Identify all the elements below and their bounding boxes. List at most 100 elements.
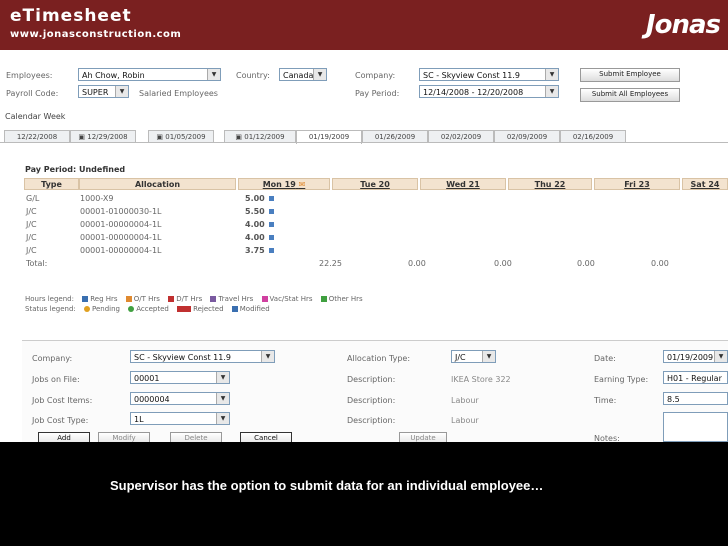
app-title: eTimesheet: [10, 6, 132, 26]
envelope-icon: ✉: [298, 180, 306, 189]
row-allocation: 00001-00000004-1L: [80, 233, 162, 242]
legend-item: Accepted: [136, 305, 169, 313]
pay-period-heading: Pay Period: Undefined: [25, 165, 126, 174]
earning-type-label: Earning Type:: [594, 375, 649, 384]
tab-divider: [0, 142, 728, 143]
description-value: IKEA Store 322: [451, 375, 511, 384]
chevron-down-icon: ▼: [545, 69, 558, 80]
dt-hrs-icon: [168, 296, 175, 302]
row-type: J/C: [26, 220, 37, 229]
company-label: Company:: [355, 71, 396, 80]
legend-item: D/T Hrs: [176, 295, 203, 303]
row-mon-hours[interactable]: 4.00: [245, 219, 274, 230]
table-row[interactable]: J/C 00001-00000004-1L 3.75: [24, 245, 728, 256]
description-value: Labour: [451, 416, 479, 425]
table-row[interactable]: G/L 1000-X9 5.00: [24, 193, 728, 204]
column-header-mon[interactable]: Mon 19 ✉: [238, 178, 330, 190]
jobs-on-file-select[interactable]: 00001 ▼: [130, 371, 230, 384]
pay-period-label: Pay Period:: [355, 89, 400, 98]
table-row[interactable]: J/C 00001-00000004-1L 4.00: [24, 232, 728, 243]
country-select[interactable]: Canada ▼: [279, 68, 327, 81]
notes-textarea[interactable]: [663, 412, 728, 442]
calendar-icon: ▣: [235, 133, 245, 141]
form-company-select[interactable]: SC - Skyview Const 11.9 ▼: [130, 350, 275, 363]
column-header-sat[interactable]: Sat 24: [682, 178, 728, 190]
legend-item: Travel Hrs: [218, 295, 254, 303]
row-mon-hours[interactable]: 4.00: [245, 232, 274, 243]
row-type: J/C: [26, 246, 37, 255]
row-type: J/C: [26, 207, 37, 216]
calendar-week-label: Calendar Week: [5, 112, 66, 121]
pay-period-select[interactable]: 12/14/2008 - 12/20/2008 ▼: [419, 85, 559, 98]
submit-all-employees-button[interactable]: Submit All Employees: [580, 88, 680, 102]
vac-stat-hrs-icon: [261, 296, 268, 302]
reg-hrs-icon: [82, 296, 89, 302]
flag-icon: [268, 196, 274, 201]
payroll-code-select[interactable]: SUPER ▼: [78, 85, 129, 98]
rejected-icon: [177, 306, 192, 312]
payroll-code-description: Salaried Employees: [139, 89, 218, 98]
submit-employee-button[interactable]: Submit Employee: [580, 68, 680, 82]
description-value: Labour: [451, 396, 479, 405]
table-row[interactable]: J/C 00001-01000030-1L 5.50: [24, 206, 728, 217]
job-cost-items-select[interactable]: 0000004 ▼: [130, 392, 230, 405]
row-type: J/C: [26, 233, 37, 242]
chevron-down-icon: ▼: [261, 351, 274, 362]
form-company-label: Company:: [32, 354, 73, 363]
column-header-type: Type: [24, 178, 79, 190]
earning-type-select[interactable]: H01 - Regular: [663, 371, 728, 384]
column-header-fri[interactable]: Fri 23: [594, 178, 680, 190]
flag-icon: [268, 248, 274, 253]
status-legend: Status legend: Pending Accepted Rejected…: [25, 305, 270, 313]
chevron-down-icon: ▼: [115, 86, 128, 97]
company-select[interactable]: SC - Skyview Const 11.9 ▼: [419, 68, 559, 81]
caption-text: Supervisor has the option to submit data…: [110, 478, 544, 493]
legend-item: O/T Hrs: [133, 295, 160, 303]
legend-item: Other Hrs: [328, 295, 363, 303]
legend-item: Vac/Stat Hrs: [269, 295, 313, 303]
total-thu: 0.00: [577, 259, 595, 268]
column-header-allocation: Allocation: [79, 178, 236, 190]
date-select[interactable]: 01/19/2009 ▼: [663, 350, 728, 363]
employees-label: Employees:: [6, 71, 53, 80]
row-type: G/L: [26, 194, 40, 203]
legend-item: Modified: [239, 305, 270, 313]
pending-icon: [84, 306, 91, 312]
time-input[interactable]: 8.5: [663, 392, 728, 405]
accepted-icon: [128, 306, 135, 312]
hours-legend-label: Hours legend:: [25, 295, 74, 303]
app-url: www.jonasconstruction.com: [10, 29, 182, 40]
column-header-wed[interactable]: Wed 21: [420, 178, 506, 190]
total-tue: 0.00: [408, 259, 426, 268]
chevron-down-icon: ▼: [545, 86, 558, 97]
calendar-icon: ▣: [78, 133, 88, 141]
total-wed: 0.00: [494, 259, 512, 268]
row-mon-hours[interactable]: 5.50: [245, 206, 274, 217]
chevron-down-icon: ▼: [216, 413, 229, 424]
flag-icon: [268, 235, 274, 240]
total-label: Total:: [26, 259, 48, 268]
payroll-code-label: Payroll Code:: [6, 89, 59, 98]
table-row[interactable]: J/C 00001-00000004-1L 4.00: [24, 219, 728, 230]
allocation-type-select[interactable]: J/C ▼: [451, 350, 496, 363]
description-label: Description:: [347, 375, 396, 384]
travel-hrs-icon: [210, 296, 217, 302]
row-allocation: 1000-X9: [80, 194, 114, 203]
jobs-on-file-label: Jobs on File:: [32, 375, 80, 384]
chevron-down-icon: ▼: [482, 351, 495, 362]
chevron-down-icon: ▼: [216, 372, 229, 383]
job-cost-type-select[interactable]: 1L ▼: [130, 412, 230, 425]
column-header-thu[interactable]: Thu 22: [508, 178, 592, 190]
row-mon-hours[interactable]: 3.75: [245, 245, 274, 256]
flag-icon: [268, 222, 274, 227]
ot-hrs-icon: [125, 296, 132, 302]
employee-select[interactable]: Ah Chow, Robin ▼: [78, 68, 221, 81]
grid-body: G/L 1000-X9 5.00 J/C 00001-01000030-1L 5…: [24, 193, 728, 269]
column-header-tue[interactable]: Tue 20: [332, 178, 418, 190]
legend-item: Reg Hrs: [90, 295, 118, 303]
legend-item: Rejected: [193, 305, 224, 313]
country-label: Country:: [236, 71, 270, 80]
row-allocation: 00001-00000004-1L: [80, 220, 162, 229]
total-fri: 0.00: [651, 259, 669, 268]
row-mon-hours[interactable]: 5.00: [245, 193, 274, 204]
